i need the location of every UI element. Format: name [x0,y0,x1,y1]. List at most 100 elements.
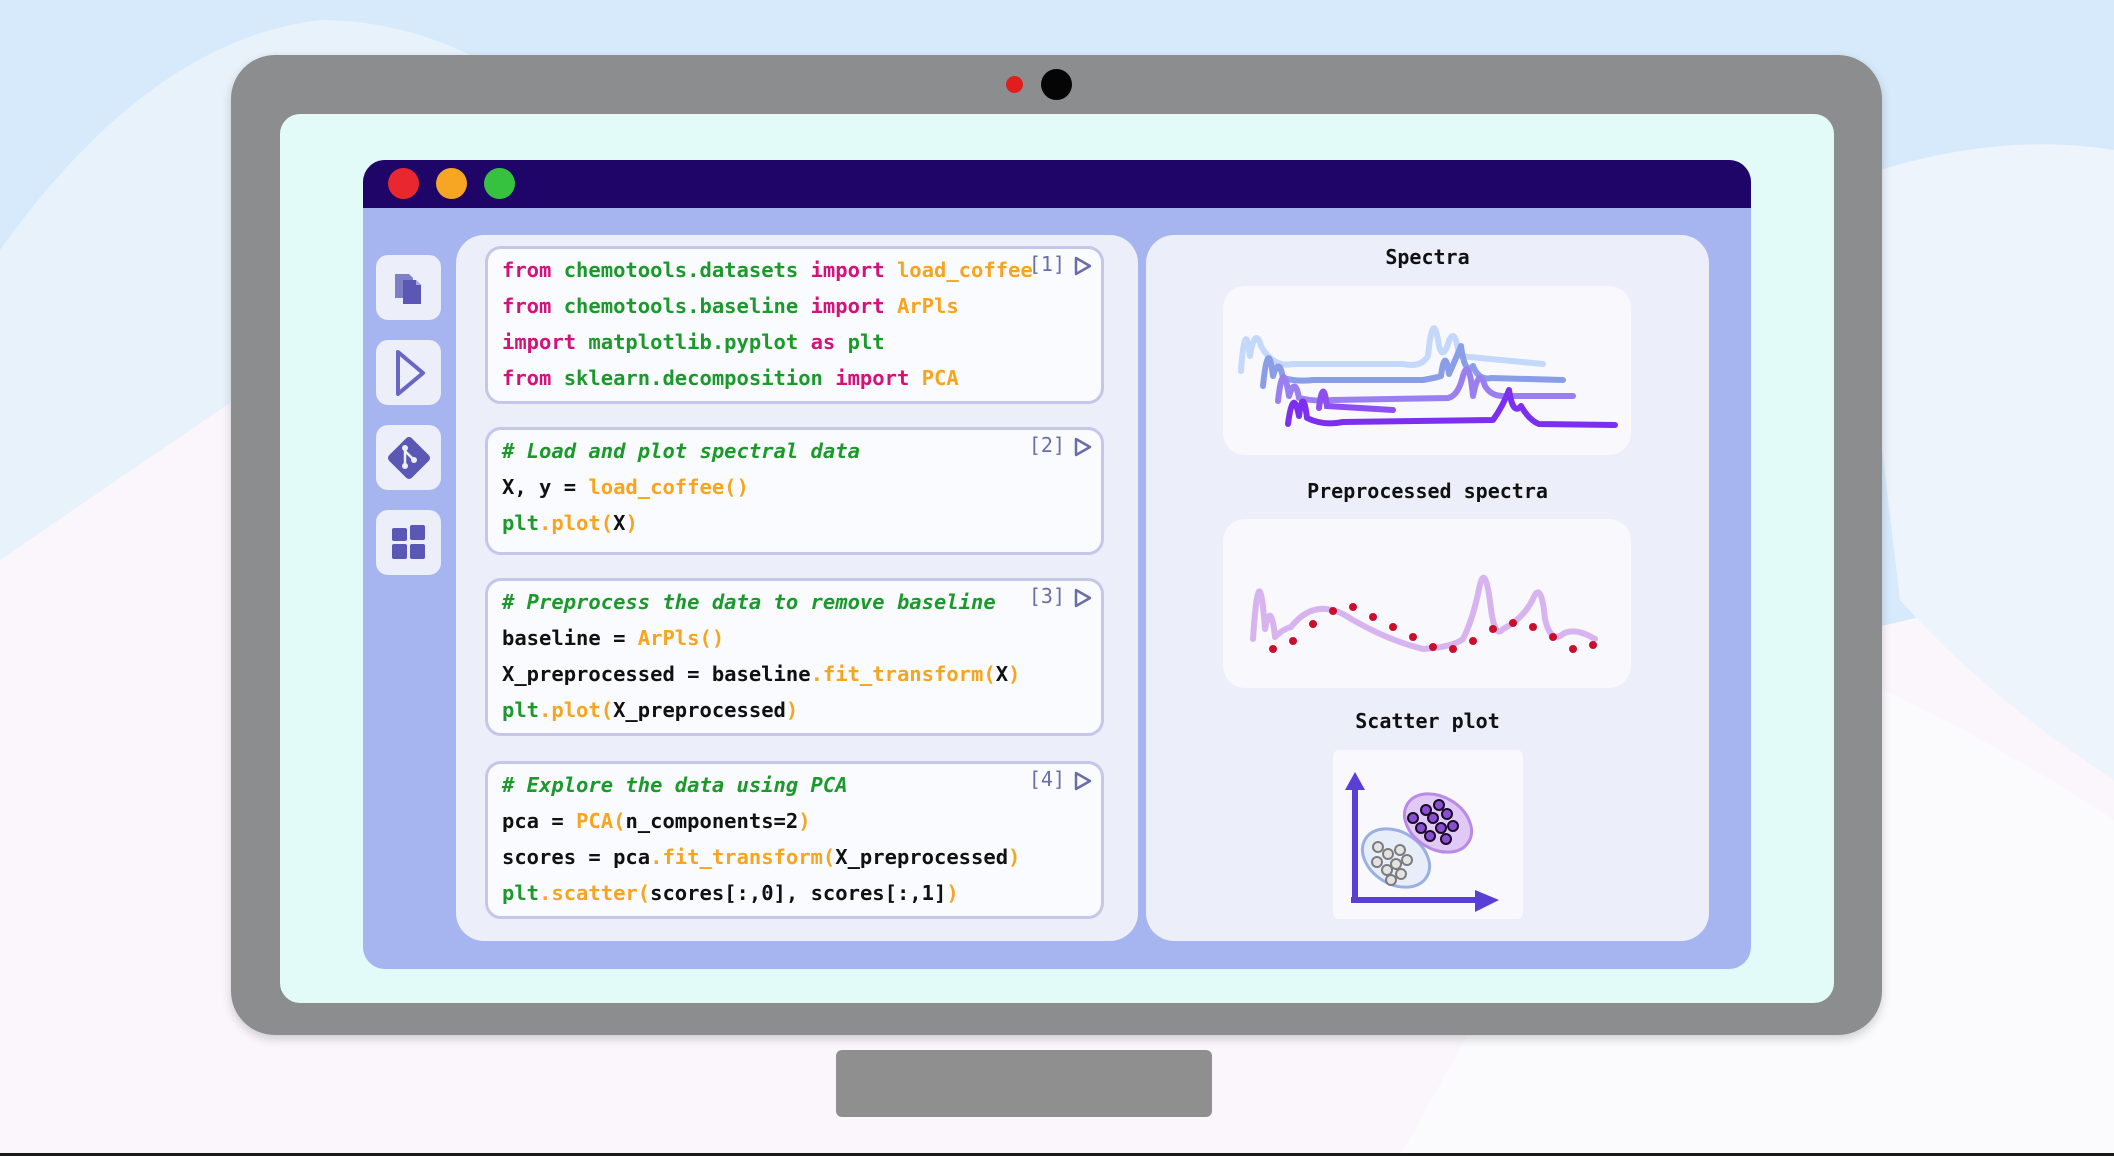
code-token: plt [502,881,540,905]
camera-led [1006,76,1023,93]
code-line: import matplotlib.pyplot as plt [502,328,885,356]
code-token: plt [847,330,885,354]
cell-number: [3] [1028,584,1065,608]
sidebar-item-git[interactable] [376,425,441,490]
code-token: .fit_transform( [810,662,996,686]
code-token: ) [1008,662,1021,686]
code-line: # Explore the data using PCA [502,771,848,799]
code-panel: [1] from chemotools.datasets import load_… [456,235,1138,941]
code-line: from chemotools.baseline import ArPls [502,292,959,320]
code-token: load_coffee() [588,475,749,499]
run-icon [395,349,425,396]
code-token: sklearn.decomposition [563,366,823,390]
code-line: pca = PCA(n_components=2) [502,807,811,835]
spectra-chart [1238,325,1618,428]
code-token: ) [946,881,959,905]
files-icon [394,273,421,304]
code-token: import [810,258,885,282]
code-cell[interactable]: [1] from chemotools.datasets import load_… [485,246,1104,404]
title-bar [363,160,1751,208]
code-token: ) [625,511,638,535]
run-cell-icon[interactable] [1072,587,1094,609]
code-token: import [810,294,885,318]
scatter-chart [1345,772,1499,912]
preprocessed-chart [1250,574,1598,653]
code-token: .scatter( [539,881,651,905]
code-token: scores = pca [502,845,651,869]
code-token: from [502,366,552,390]
maximize-button[interactable] [484,168,515,199]
code-line: scores = pca.fit_transform(X_preprocesse… [502,843,1020,871]
extensions-icon [391,524,425,559]
run-cell-icon[interactable] [1072,255,1094,277]
monitor-stand [836,1050,1212,1117]
scatter-plot [1333,750,1523,919]
code-cell[interactable]: [2] # Load and plot spectral data X, y = l… [485,427,1104,555]
code-token: as [810,330,836,354]
code-cell[interactable]: [4] # Explore the data using PCA pca = PCA… [485,761,1104,919]
run-cell-icon[interactable] [1072,436,1094,458]
code-token: plt [502,511,540,535]
code-line: baseline = ArPls() [502,624,724,652]
code-line: plt.plot(X) [502,509,638,537]
code-token: # Load and plot spectral data [502,439,860,463]
code-token: .plot( [539,698,614,722]
code-token: baseline = [502,626,638,650]
code-token: ArPls() [637,626,725,650]
code-line: X_preprocessed = baseline.fit_transform(… [502,660,1020,688]
code-token: # Preprocess the data to remove baseline [502,590,996,614]
code-token: ) [1008,845,1021,869]
sidebar-item-files[interactable] [376,255,441,320]
code-cell[interactable]: [3] # Preprocess the data to remove basel… [485,578,1104,736]
code-line: from chemotools.datasets import load_cof… [502,256,1033,284]
sidebar-item-extensions[interactable] [376,510,441,575]
code-token: load_coffee [896,258,1033,282]
code-token: X_preprocessed = baseline [502,662,811,686]
code-line: # Preprocess the data to remove baseline [502,588,996,616]
camera [1041,69,1072,100]
code-token: ArPls [896,294,959,318]
code-token: .plot( [539,511,614,535]
code-token: X, y = [502,475,589,499]
cell-number: [4] [1028,767,1065,791]
code-token: import [835,366,910,390]
code-token: PCA [921,366,959,390]
code-token: ) [785,698,799,722]
minimize-button[interactable] [436,168,467,199]
code-token: pca = [502,809,577,833]
code-token: import [502,330,577,354]
preprocessed-title: Preprocessed spectra [1307,479,1548,503]
code-token: X [613,511,626,535]
code-token: chemotools.datasets [563,258,799,282]
code-line: X, y = load_coffee() [502,473,749,501]
cell-number: [2] [1028,433,1065,457]
cell-number: [1] [1028,252,1065,276]
code-token: chemotools.baseline [563,294,799,318]
code-token: X [995,662,1009,686]
notebook-window: [1] from chemotools.datasets import load_… [363,160,1751,969]
git-icon [387,436,430,479]
spectra-plot [1223,286,1631,455]
run-cell-icon[interactable] [1072,770,1094,792]
sidebar-item-run[interactable] [376,340,441,405]
code-token: n_components=2 [625,809,799,833]
code-token: # Explore the data using PCA [502,773,848,797]
code-token: X_preprocessed [835,845,1009,869]
code-token: X_preprocessed [613,698,786,722]
preprocessed-plot [1223,519,1631,688]
code-line: plt.scatter(scores[:,0], scores[:,1]) [502,879,959,907]
code-token: .fit_transform( [650,845,836,869]
code-token: ) [798,809,811,833]
code-token: from [502,258,552,282]
close-button[interactable] [388,168,419,199]
